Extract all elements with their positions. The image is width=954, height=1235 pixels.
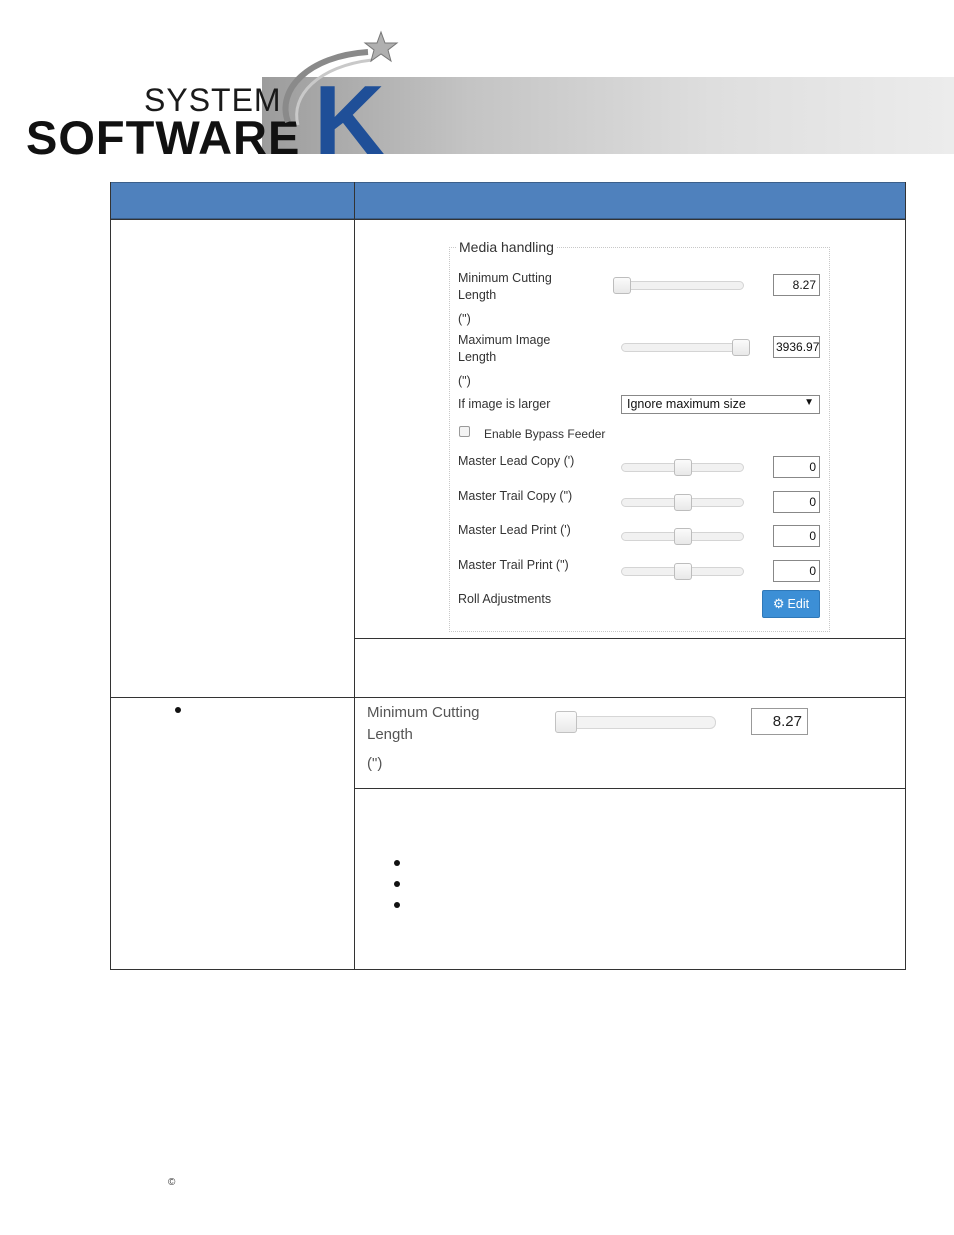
gear-icon: ⚙ (772, 596, 785, 611)
master-row-input[interactable]: 0 (773, 456, 820, 478)
max-image-label: Maximum Image Length (458, 333, 551, 364)
edit-button-label: Edit (787, 597, 810, 611)
copyright-symbol: © (168, 1177, 176, 1188)
zoomed-min-cutting-input[interactable]: 8.27 (751, 708, 808, 735)
media-handling-legend: Media handling (456, 239, 557, 255)
master-row-label: Master Lead Print (') (458, 523, 571, 537)
master-row-slider-handle[interactable] (673, 563, 692, 580)
edit-roll-button[interactable]: ⚙ Edit (762, 590, 820, 618)
zoomed-min-cutting-label-2: Length (367, 726, 413, 743)
max-image-slider-handle[interactable] (732, 339, 750, 356)
master-row-label: Master Trail Print (") (458, 558, 569, 572)
bypass-feeder-checkbox[interactable] (459, 426, 470, 437)
logo-software-text: SOFTWARE (26, 111, 301, 164)
bullet-point (175, 707, 181, 713)
master-row-label: Master Lead Copy (') (458, 454, 575, 468)
master-row-slider-handle[interactable] (673, 528, 692, 545)
master-row-label: Master Trail Copy (") (458, 489, 573, 503)
bullet-point (394, 902, 400, 908)
table-header-row (110, 182, 906, 219)
max-image-slider-track[interactable] (621, 343, 750, 352)
master-row-input[interactable]: 0 (773, 525, 820, 547)
logo-k-letter: K (314, 65, 385, 156)
master-row-slider-handle[interactable] (673, 494, 692, 511)
master-row-slider-handle[interactable] (673, 459, 692, 476)
zoomed-min-cutting-slider-handle[interactable] (555, 711, 577, 733)
min-cutting-label: Minimum Cutting Length (458, 271, 552, 302)
zoomed-min-cutting-unit: (") (367, 755, 383, 772)
zoomed-min-cutting-label-1: Minimum Cutting (367, 704, 480, 721)
if-larger-label: If image is larger (458, 397, 551, 411)
max-image-input[interactable]: 3936.97 (773, 336, 820, 358)
min-cutting-unit: (") (458, 312, 471, 326)
if-larger-select[interactable]: Ignore maximum size ▼ (621, 395, 820, 414)
master-row-input[interactable]: 0 (773, 560, 820, 582)
max-image-unit: (") (458, 374, 471, 388)
bypass-feeder-label: Enable Bypass Feeder (484, 427, 606, 441)
min-cutting-input[interactable]: 8.27 (773, 274, 820, 296)
roll-adjustments-label: Roll Adjustments (458, 592, 552, 606)
bullet-point (394, 881, 400, 887)
logo-k-mark: K (282, 30, 399, 156)
bullet-point (394, 860, 400, 866)
dropdown-arrow-icon: ▼ (804, 397, 814, 408)
master-row-input[interactable]: 0 (773, 491, 820, 513)
min-cutting-slider-handle[interactable] (613, 277, 631, 294)
min-cutting-slider-track[interactable] (615, 281, 744, 290)
zoomed-min-cutting-slider-track[interactable] (557, 716, 716, 729)
if-larger-selected-value: Ignore maximum size (627, 397, 746, 411)
